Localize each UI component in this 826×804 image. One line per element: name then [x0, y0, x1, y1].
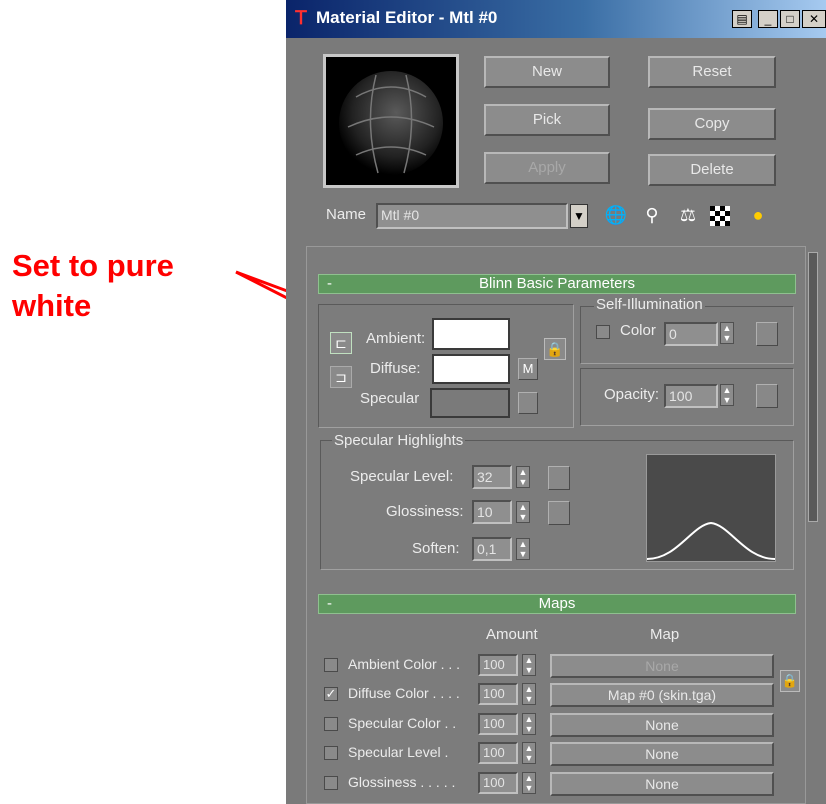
opacity-map-button[interactable]	[756, 384, 778, 408]
copy-button[interactable]: Copy	[648, 108, 776, 140]
maximize-button[interactable]: □	[780, 10, 800, 28]
lock-ambient-diffuse-texture-icon[interactable]: ⊏	[330, 332, 352, 354]
map-row-label: Specular Level .	[348, 744, 449, 760]
map-row-amount-field[interactable]: 100	[478, 742, 518, 764]
soften-label: Soften:	[412, 540, 460, 557]
collapse-icon: -	[327, 595, 332, 612]
highlight-curve-icon	[646, 521, 776, 560]
new-button[interactable]: New	[484, 56, 610, 88]
map-row-label: Glossiness . . . . .	[348, 774, 456, 790]
map-row-checkbox[interactable]: ✓	[324, 687, 338, 701]
name-dropdown-arrow[interactable]: ▼	[570, 204, 588, 228]
map-row-checkbox[interactable]	[324, 746, 338, 760]
soften-spinner[interactable]: ▲ ▼	[516, 538, 530, 560]
specular-level-spinner[interactable]: ▲ ▼	[516, 466, 530, 488]
lock-icon[interactable]: 🔒	[544, 338, 566, 360]
self-illum-value-field[interactable]: 0	[664, 322, 718, 346]
close-button[interactable]: ✕	[802, 10, 826, 28]
glossiness-spinner[interactable]: ▲ ▼	[516, 501, 530, 523]
ambient-label: Ambient:	[366, 330, 426, 347]
3dsmax-logo-icon: Ｔ	[292, 8, 310, 28]
map-row-map-button[interactable]: None	[550, 713, 774, 737]
map-row-label: Ambient Color . . .	[348, 656, 461, 672]
specular-level-label: Specular Level:	[350, 468, 454, 485]
glossiness-field[interactable]: 10	[472, 500, 512, 524]
map-row-amount-spinner[interactable]: ▲ ▼	[522, 654, 536, 676]
put-to-scene-icon[interactable]: ⚲	[640, 204, 664, 226]
lock-diffuse-specular-icon[interactable]: ⊐	[330, 366, 352, 388]
self-illumination-title: Self-Illumination	[594, 296, 705, 313]
name-label: Name	[326, 206, 367, 223]
map-row-label: Diffuse Color . . . .	[348, 685, 460, 701]
specular-highlights-title: Specular Highlights	[332, 432, 466, 449]
maps-header[interactable]: - Maps	[318, 594, 796, 614]
maps-header-label: Maps	[538, 595, 576, 612]
minimize-button[interactable]: _	[758, 10, 778, 28]
highlight-curve-graph	[646, 454, 776, 562]
self-illum-map-button[interactable]	[756, 322, 778, 346]
soften-field[interactable]: 0,1	[472, 537, 512, 561]
amount-column-header: Amount	[486, 626, 538, 643]
self-illum-color-label: Color	[620, 322, 656, 339]
material-effects-icon[interactable]: ●	[746, 204, 770, 226]
map-row-amount-spinner[interactable]: ▲ ▼	[522, 742, 536, 764]
self-illum-color-checkbox[interactable]	[596, 325, 610, 339]
checker-background-icon[interactable]	[710, 206, 730, 226]
map-row-amount-field[interactable]: 100	[478, 772, 518, 794]
map-row-map-button[interactable]: None	[550, 772, 774, 796]
diffuse-map-button[interactable]: M	[518, 358, 538, 380]
diffuse-color-swatch[interactable]	[432, 354, 510, 384]
map-row-checkbox[interactable]	[324, 776, 338, 790]
panel-scrollbar[interactable]	[808, 252, 818, 522]
lock-icon[interactable]: 🔒	[780, 670, 800, 692]
map-row-map-button[interactable]: Map #0 (skin.tga)	[550, 683, 774, 707]
specular-label: Specular	[360, 390, 420, 407]
delete-button[interactable]: Delete	[648, 154, 776, 186]
opacity-label: Opacity:	[604, 386, 660, 403]
map-row-label: Specular Color . .	[348, 715, 457, 731]
material-preview-slot[interactable]	[323, 54, 459, 188]
specular-level-map-button[interactable]	[548, 466, 570, 490]
specular-level-field[interactable]: 32	[472, 465, 512, 489]
glossiness-label: Glossiness:	[386, 503, 464, 520]
opacity-spinner[interactable]: ▲ ▼	[720, 384, 734, 406]
print-icon[interactable]: ▤	[732, 10, 752, 28]
globe-icon[interactable]: 🌐	[604, 204, 628, 226]
specular-map-button[interactable]	[518, 392, 538, 414]
map-row-amount-spinner[interactable]: ▲ ▼	[522, 772, 536, 794]
blinn-header-label: Blinn Basic Parameters	[479, 275, 635, 292]
opacity-value-field[interactable]: 100	[664, 384, 718, 408]
map-row-amount-field[interactable]: 100	[478, 713, 518, 735]
map-row-checkbox[interactable]	[324, 717, 338, 731]
window-title: Material Editor - Mtl #0	[316, 8, 498, 27]
map-row-amount-field[interactable]: 100	[478, 654, 518, 676]
map-row-checkbox[interactable]	[324, 658, 338, 672]
apply-button[interactable]: Apply	[484, 152, 610, 184]
reset-button[interactable]: Reset	[648, 56, 776, 88]
sphere-preview-icon	[339, 71, 443, 175]
map-row-amount-spinner[interactable]: ▲ ▼	[522, 683, 536, 705]
map-row-map-button[interactable]: None	[550, 654, 774, 678]
material-name-field[interactable]: Mtl #0	[376, 203, 568, 229]
map-row-amount-field[interactable]: 100	[478, 683, 518, 705]
assign-material-icon[interactable]: ⚖	[676, 204, 700, 226]
specular-color-swatch[interactable]	[430, 388, 510, 418]
collapse-icon: -	[327, 275, 332, 292]
diffuse-label: Diffuse:	[370, 360, 421, 377]
self-illum-spinner[interactable]: ▲ ▼	[720, 322, 734, 344]
map-row-amount-spinner[interactable]: ▲ ▼	[522, 713, 536, 735]
pick-button[interactable]: Pick	[484, 104, 610, 136]
blinn-basic-parameters-header[interactable]: - Blinn Basic Parameters	[318, 274, 796, 294]
title-bar: Ｔ Material Editor - Mtl #0 ▤ _ □ ✕	[286, 0, 826, 38]
glossiness-map-button[interactable]	[548, 501, 570, 525]
map-column-header: Map	[650, 626, 680, 643]
ambient-color-swatch[interactable]	[432, 318, 510, 350]
map-row-map-button[interactable]: None	[550, 742, 774, 766]
